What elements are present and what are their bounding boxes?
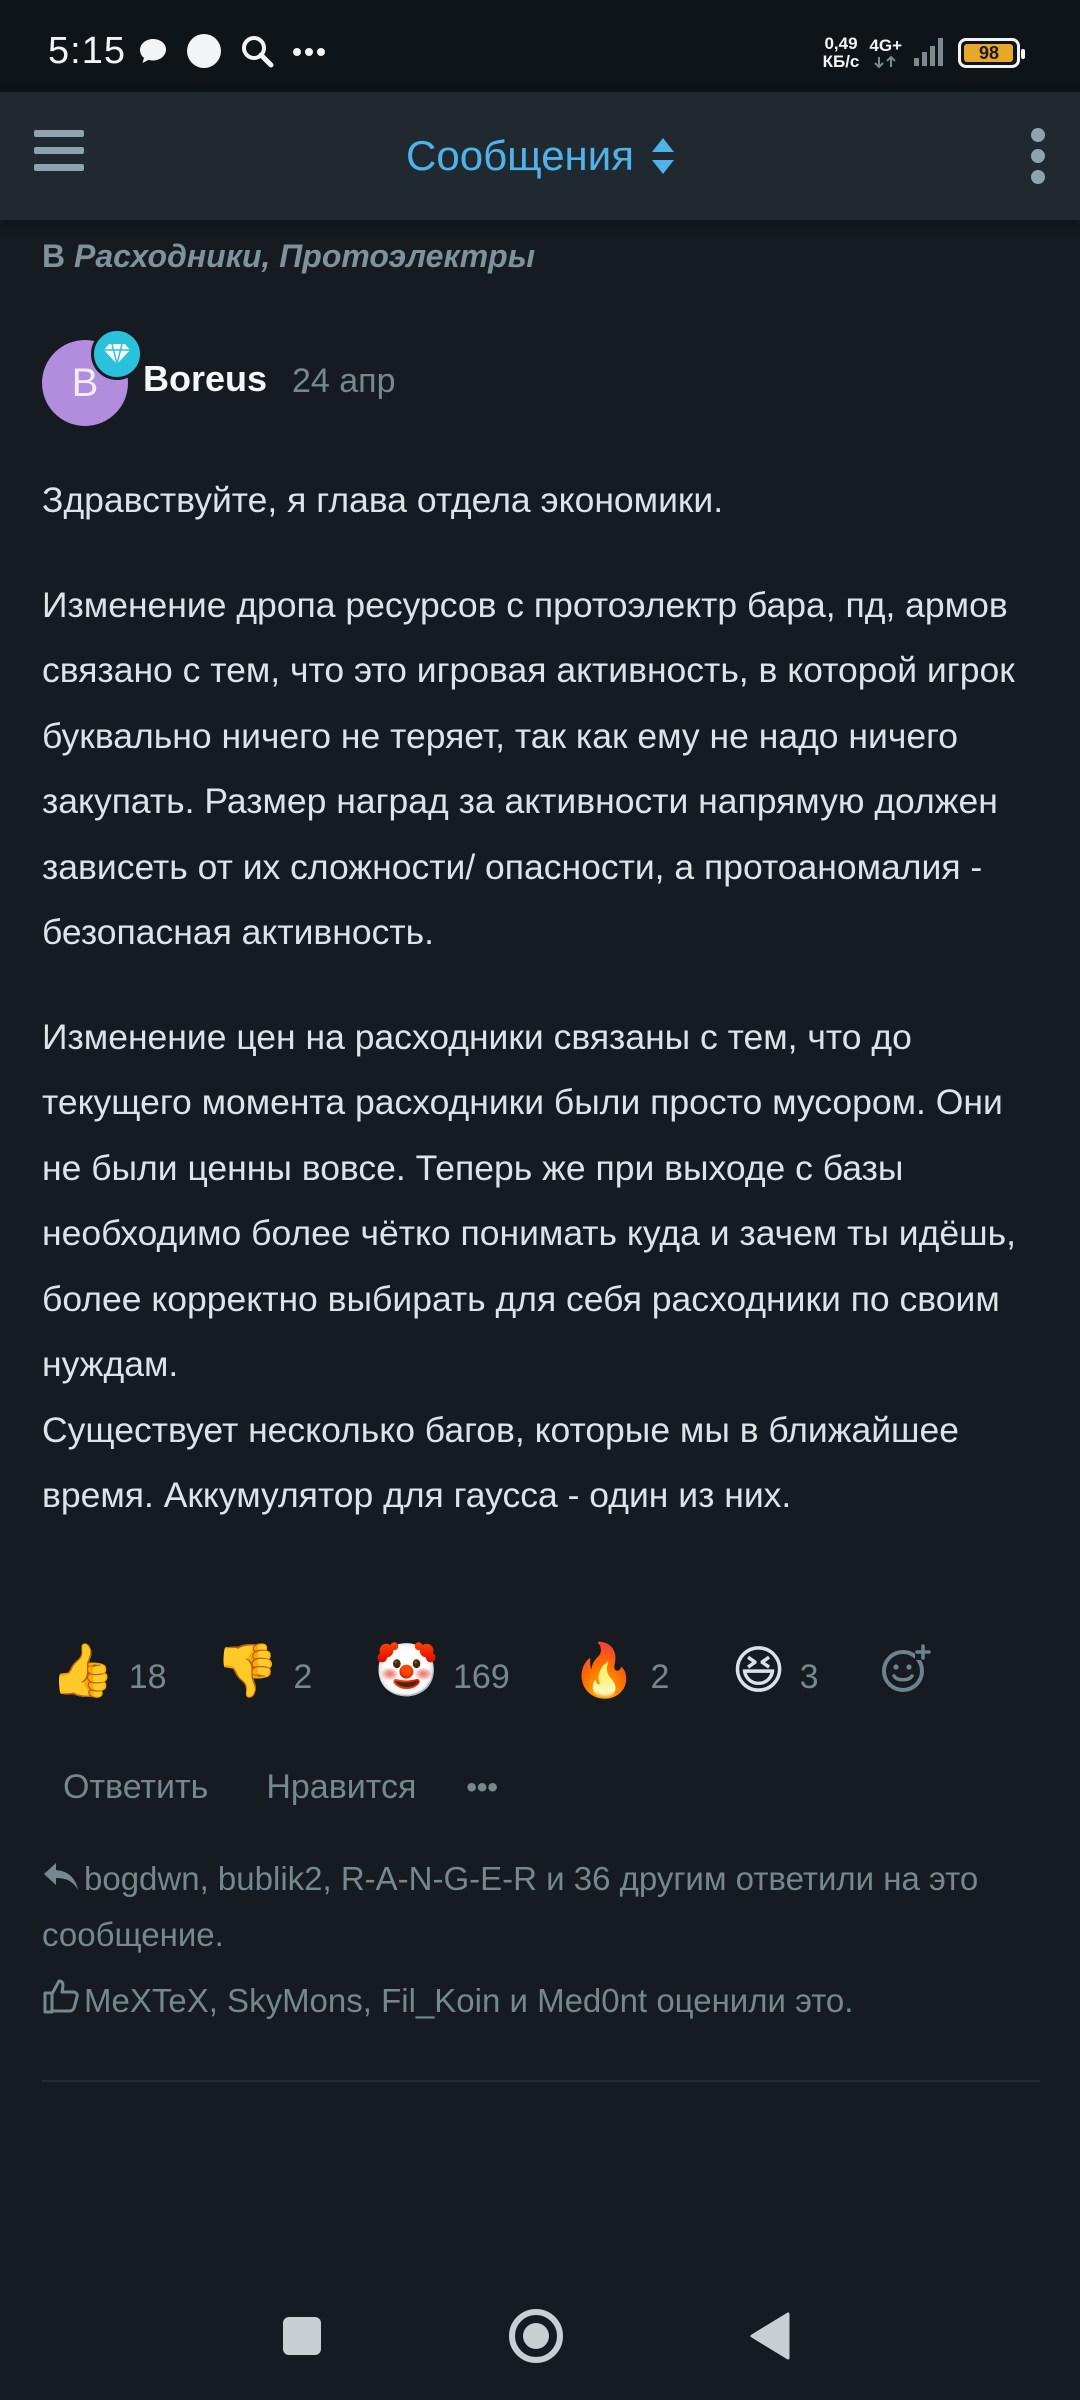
add-reaction-icon[interactable] [879,1643,931,1700]
replies-info[interactable]: bogdwn, bublik2, R-A-N-G-E-R и 36 другим… [42,1852,1042,1961]
network-type: 4G+ [869,37,902,69]
page-title[interactable]: Сообщения [406,132,634,180]
replies-text: bogdwn, bublik2, R-A-N-G-E-R и 36 другим… [42,1860,979,1953]
reaction-count: 18 [128,1658,167,1696]
back-triangle-icon[interactable] [750,2312,790,2365]
post-body: Здравствуйте, я глава отдела экономики. … [42,468,1042,1529]
reply-arrow-icon [42,1855,84,1908]
status-time: 5:15 [48,30,126,72]
recents-square-icon[interactable] [282,2316,322,2361]
thumbs-up-outline-icon [42,1977,84,2030]
clown-face-icon: 🤡 [374,1642,439,1700]
context-prefix: В [42,238,66,274]
status-bar: 5:15 0,49 КБ/с 4G+ 98 [0,0,1080,92]
reaction-count: 2 [293,1658,313,1696]
post-paragraph: Изменение дропа ресурсов с протоэлектр б… [42,584,1015,953]
reply-button[interactable]: Ответить [63,1768,208,1807]
network-speed: 0,49 КБ/с [823,35,860,71]
post-actions: Ответить Нравится ••• [63,1768,498,1807]
sort-up-down-icon[interactable] [651,138,674,174]
reaction-count: 169 [453,1658,510,1696]
author-name[interactable]: Boreus [143,358,267,400]
fire-icon: 🔥 [571,1642,637,1700]
circle-status-icon [186,33,222,74]
reaction-thumbs-up[interactable]: 👍 18 [50,1641,167,1701]
post-paragraph: Здравствуйте, я глава отдела экономики. [42,480,724,520]
more-actions-button[interactable]: ••• [466,1771,498,1805]
chat-bubble-icon [138,37,168,70]
battery-icon: 98 [958,38,1025,68]
context-forums-link[interactable]: Расходники, Протоэлектры [74,238,535,274]
post-divider [42,2080,1040,2082]
post-paragraph: Существует несколько багов, которые мы в… [42,1409,960,1516]
status-system-icons: 0,49 КБ/с 4G+ 98 [823,30,1025,76]
reaction-clown[interactable]: 🤡 169 [374,1641,509,1701]
reaction-count: 3 [799,1658,819,1696]
system-navigation-bar [0,2260,1080,2400]
laughing-face-icon: 😆 [731,1642,786,1700]
thumbs-down-icon: 👎 [214,1642,280,1700]
post-date[interactable]: 24 апр [292,362,396,401]
diamond-badge-icon [91,328,143,380]
network-speed-value: 0,49 [824,34,858,53]
more-notifications-icon [292,44,326,62]
like-button[interactable]: Нравится [266,1768,416,1807]
network-speed-unit: КБ/с [822,52,860,71]
status-notification-icons [138,30,326,76]
reaction-thumbs-down[interactable]: 👎 2 [215,1641,313,1701]
reaction-laughing[interactable]: 😆 3 [731,1641,818,1701]
reaction-count: 2 [650,1658,670,1696]
data-arrows-icon [873,55,896,69]
likes-info[interactable]: MeXTeX, SkyMons, Fil_Koin и Med0nt оцени… [42,1974,1042,2030]
battery-percent: 98 [978,42,1000,63]
forum-context: В Расходники, Протоэлектры [42,238,535,275]
likes-text: MeXTeX, SkyMons, Fil_Koin и Med0nt оцени… [84,1982,854,2019]
post-paragraph: Изменение цен на расходники связаны с те… [42,1016,1016,1385]
app-bar: Сообщения [0,92,1080,220]
title-selector[interactable]: Сообщения [0,92,1080,220]
signal-strength-icon [912,36,948,71]
network-type-label: 4G+ [869,36,902,55]
overflow-menu-icon[interactable] [1028,128,1048,184]
reaction-fire[interactable]: 🔥 2 [572,1641,670,1701]
reactions-bar: 👍 18 👎 2 🤡 169 🔥 2 😆 3 [50,1630,931,1712]
home-circle-icon[interactable] [508,2308,564,2369]
search-status-icon [240,34,274,73]
thumbs-up-icon: 👍 [50,1642,115,1700]
